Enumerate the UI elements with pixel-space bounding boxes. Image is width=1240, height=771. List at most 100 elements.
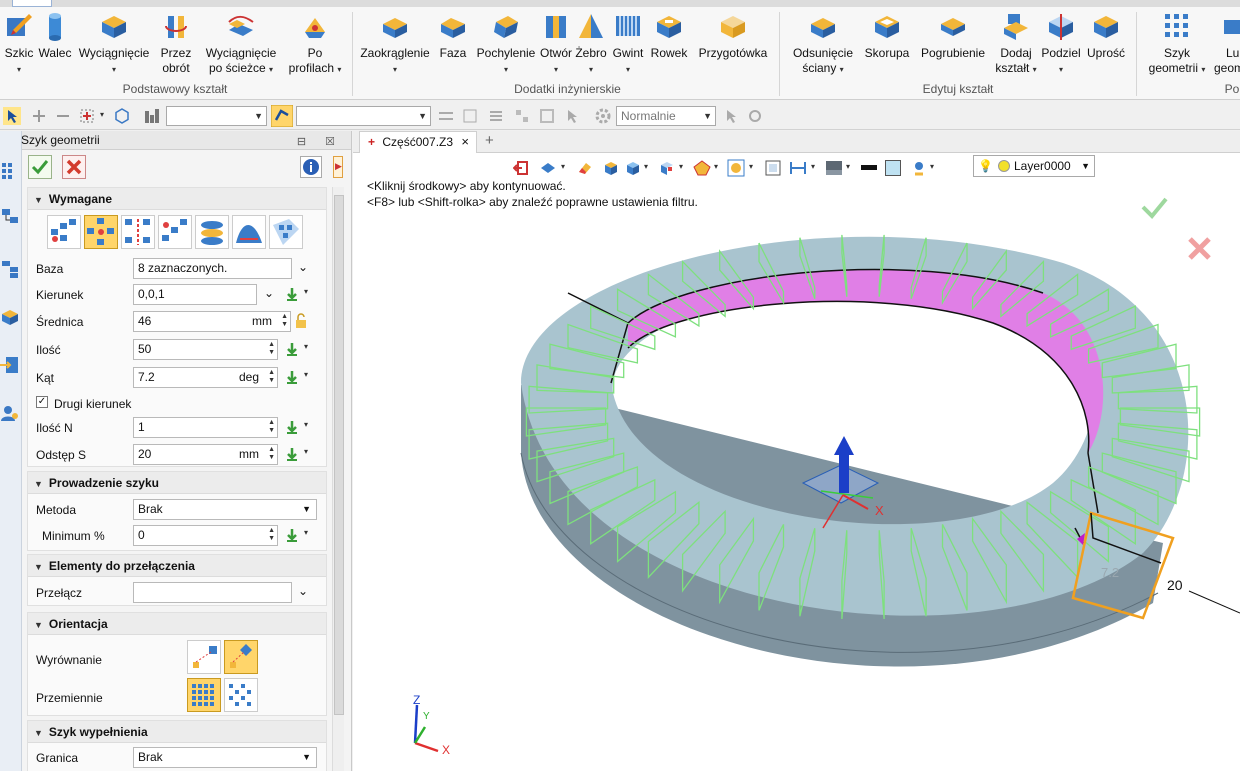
grid-staggered-icon[interactable] xyxy=(224,678,258,712)
revolve-button[interactable]: Przez obrót xyxy=(156,10,196,82)
zoom-fit-icon[interactable] xyxy=(727,159,745,177)
section-guide-header[interactable]: ▼ Prowadzenie szyku xyxy=(28,472,326,494)
background-icon[interactable] xyxy=(825,160,843,176)
box-view-icon[interactable] xyxy=(625,160,641,176)
background-caret-icon[interactable]: ▾ xyxy=(846,162,850,171)
surface-pattern-icon[interactable] xyxy=(232,215,266,249)
second-direction-checkbox[interactable]: ✓ xyxy=(36,396,48,408)
count-field[interactable]: 50 ▲ ▼ xyxy=(133,339,278,360)
section-toggle-header[interactable]: ▼ Elementy do przełączenia xyxy=(28,555,326,577)
panel-expand-handle[interactable]: ▶ xyxy=(333,156,343,178)
align-icon[interactable] xyxy=(437,107,455,125)
scrollbar-thumb[interactable] xyxy=(334,195,344,715)
thread-button[interactable]: Gwint ▾ xyxy=(610,10,646,82)
rib-button[interactable]: Żebro ▾ xyxy=(574,10,608,82)
shaded-icon[interactable] xyxy=(603,160,619,176)
ungroup-icon[interactable] xyxy=(538,107,556,125)
inner-face-selected[interactable] xyxy=(628,269,1104,453)
direction-pick-caret-icon[interactable]: ▾ xyxy=(304,287,308,296)
extrude-button[interactable]: Wyciągnięcie ▾ xyxy=(76,10,152,82)
curve-pattern-icon[interactable] xyxy=(158,215,192,249)
view-mode-select[interactable]: Normalnie ▼ xyxy=(616,106,716,126)
section-fill-header[interactable]: ▼ Szyk wypełnienia xyxy=(28,721,326,743)
3d-viewport[interactable]: 7.2 20 X X Z Y ▾ ▾ ▾ ▾ ▾ ▾ ▾ ▾ 💡 Layer00… xyxy=(353,153,1240,771)
toggle-field[interactable] xyxy=(133,582,292,603)
minimum-field[interactable]: 0 ▲ ▼ xyxy=(133,525,278,546)
spacing-pick-icon[interactable] xyxy=(284,446,300,462)
render-style-caret-icon[interactable]: ▾ xyxy=(714,162,718,171)
section-view-icon[interactable] xyxy=(659,160,675,176)
angle-pick-icon[interactable] xyxy=(284,369,300,385)
eraser-icon[interactable] xyxy=(577,160,593,176)
count-n-field[interactable]: 1 ▲ ▼ xyxy=(133,417,278,438)
angle-field[interactable]: 7.2 deg ▲ ▼ xyxy=(133,367,278,388)
direction-expand-icon[interactable]: ⌄ xyxy=(264,286,274,300)
offset-face-button[interactable]: Odsunięcie ściany ▾ xyxy=(786,10,860,82)
layer-select[interactable]: 💡 Layer0000 ▼ xyxy=(973,155,1095,177)
section-orientation-header[interactable]: ▼ Orientacja xyxy=(28,613,326,635)
stack-icon[interactable] xyxy=(487,107,505,125)
dimension-icon[interactable] xyxy=(789,160,807,176)
filter-icon[interactable] xyxy=(78,107,96,125)
panel-header-buttons[interactable]: ⊟ ☒ xyxy=(297,133,343,151)
part-dock-icon[interactable] xyxy=(0,307,20,327)
tab-document[interactable]: + Część007.Z3 × xyxy=(359,131,477,153)
info-button[interactable] xyxy=(300,156,322,178)
section-required-header[interactable]: ▼ Wymagane xyxy=(28,188,326,210)
add-icon[interactable] xyxy=(30,107,48,125)
align-off-icon[interactable] xyxy=(187,640,221,674)
count-n-pick-icon[interactable] xyxy=(284,419,300,435)
minimum-pick-icon[interactable] xyxy=(284,527,300,543)
lock-icon[interactable] xyxy=(293,313,309,329)
linear-pattern-icon[interactable] xyxy=(47,215,81,249)
group-icon[interactable] xyxy=(513,107,531,125)
toggle-expand-icon[interactable]: ⌄ xyxy=(298,584,308,598)
align-on-icon[interactable] xyxy=(224,640,258,674)
fill-pattern-icon[interactable] xyxy=(269,215,303,249)
filter-select[interactable]: ▼ xyxy=(166,106,267,126)
add-shape-button[interactable]: Dodaj kształt ▾ xyxy=(994,10,1038,82)
view-icon[interactable] xyxy=(539,160,557,176)
split-button[interactable]: Podziel ▾ xyxy=(1040,10,1082,82)
base-field[interactable]: 8 zaznaczonych. xyxy=(133,258,292,279)
distribute-icon[interactable] xyxy=(461,107,479,125)
spacing-field[interactable]: 20 mm ▲ ▼ xyxy=(133,444,278,465)
settings-icon[interactable] xyxy=(746,107,764,125)
spacing-pick-caret-icon[interactable]: ▾ xyxy=(304,447,308,456)
count-pick-caret-icon[interactable]: ▾ xyxy=(304,342,308,351)
dimension-label[interactable]: 20 xyxy=(1167,577,1183,593)
render-style-icon[interactable] xyxy=(693,160,711,176)
pointer-icon[interactable] xyxy=(722,107,740,125)
filter-caret-icon[interactable]: ▾ xyxy=(100,110,104,119)
close-tab-icon[interactable]: × xyxy=(461,132,469,152)
cancel-button[interactable] xyxy=(62,155,86,179)
direction-pick-icon[interactable] xyxy=(284,286,300,302)
simplify-button[interactable]: Uprość xyxy=(1084,10,1128,82)
remove-icon[interactable] xyxy=(54,107,72,125)
count-n-pick-caret-icon[interactable]: ▾ xyxy=(304,420,308,429)
chamfer-button[interactable]: Faza xyxy=(436,10,470,82)
tree-dock-icon[interactable] xyxy=(0,207,20,227)
loft-button[interactable]: Po profilach ▾ xyxy=(284,10,346,82)
import-dock-icon[interactable] xyxy=(0,355,20,375)
attributes-icon[interactable] xyxy=(911,160,927,176)
attributes-caret-icon[interactable]: ▾ xyxy=(930,162,934,171)
stack-pattern-icon[interactable] xyxy=(195,215,229,249)
boundary-select[interactable]: Brak ▼ xyxy=(133,747,317,768)
pick-select[interactable]: ▼ xyxy=(296,106,431,126)
draft-button[interactable]: Pochylenie ▾ xyxy=(474,10,538,82)
grid-dock-icon[interactable] xyxy=(2,163,18,179)
zoom-fit-caret-icon[interactable]: ▾ xyxy=(749,162,753,171)
section-view-caret-icon[interactable]: ▾ xyxy=(679,162,683,171)
direction-field[interactable]: 0,0,1 xyxy=(133,284,257,305)
user-dock-icon[interactable] xyxy=(0,403,20,423)
ribbon-tab-active[interactable] xyxy=(12,0,52,7)
cylinder-button[interactable]: Walec xyxy=(38,10,72,82)
sweep-button[interactable]: Wyciągnięcie po ścieżce ▾ xyxy=(202,10,280,82)
hierarchy-dock-icon[interactable] xyxy=(0,259,20,279)
viewport-confirm-icon[interactable] xyxy=(1141,197,1168,219)
hexagon-icon[interactable] xyxy=(113,107,131,125)
diameter-field[interactable]: 46 mm ▲ ▼ xyxy=(133,311,291,332)
stock-button[interactable]: Przygotówka xyxy=(694,10,772,82)
angle-pick-caret-icon[interactable]: ▾ xyxy=(304,370,308,379)
